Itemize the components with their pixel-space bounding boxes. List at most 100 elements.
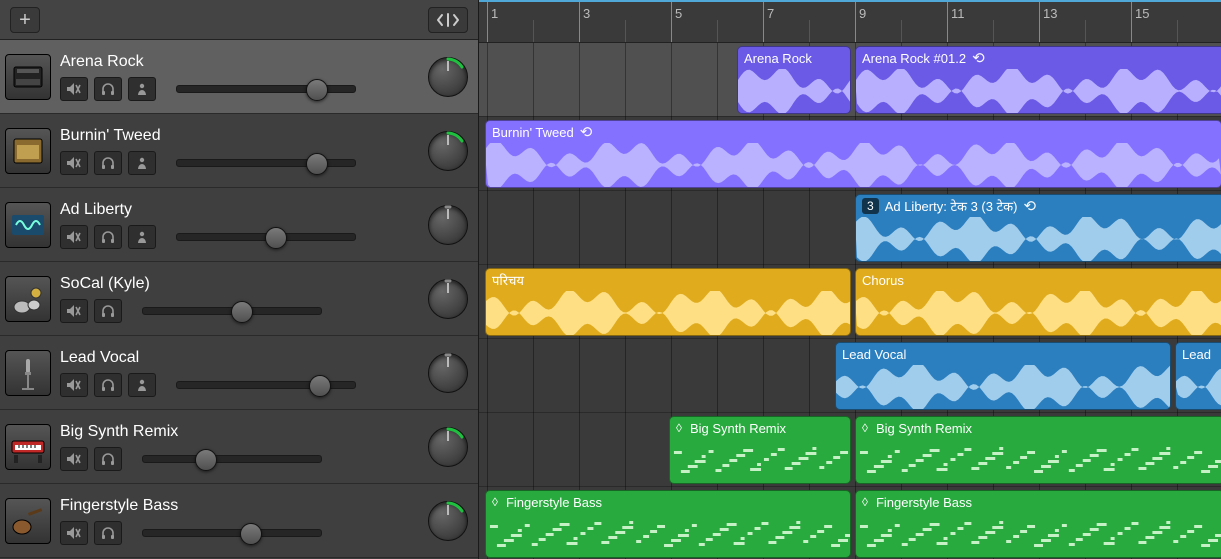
track-header[interactable]: Burnin' Tweed [0, 114, 478, 188]
mute-button[interactable] [60, 225, 88, 249]
input-icon [134, 230, 150, 244]
app-root: + Arena RockBurnin' TweedAd LibertySoCal… [0, 0, 1221, 559]
track-controls [60, 77, 410, 101]
pan-knob[interactable] [428, 501, 468, 541]
volume-slider[interactable] [176, 151, 356, 175]
track-header[interactable]: Fingerstyle Bass [0, 484, 478, 558]
region[interactable]: परिचय [485, 268, 851, 336]
headphones-icon [100, 378, 116, 392]
solo-button[interactable] [94, 77, 122, 101]
toolbar: + [0, 0, 478, 40]
track-instrument-icon[interactable] [0, 188, 56, 261]
solo-button[interactable] [94, 447, 122, 471]
region[interactable]: ◊Fingerstyle Bass [485, 490, 851, 558]
mute-button[interactable] [60, 373, 88, 397]
region[interactable]: Lead [1175, 342, 1221, 410]
solo-button[interactable] [94, 373, 122, 397]
mute-icon [66, 82, 82, 96]
solo-button[interactable] [94, 299, 122, 323]
region[interactable]: 3Ad Liberty: टेक 3 (3 टेक)⟲ [855, 194, 1221, 262]
region-label: ◊Big Synth Remix [670, 417, 850, 439]
track-instrument-icon[interactable] [0, 40, 56, 113]
mute-button[interactable] [60, 299, 88, 323]
pan-knob[interactable] [428, 205, 468, 245]
input-monitor-button[interactable] [128, 151, 156, 175]
region[interactable]: Lead Vocal [835, 342, 1171, 410]
track-controls [60, 299, 410, 323]
track-panel: + Arena RockBurnin' TweedAd LibertySoCal… [0, 0, 479, 559]
region[interactable]: Burnin' Tweed⟲ [485, 120, 1221, 188]
pan-knob[interactable] [428, 279, 468, 319]
pan-knob[interactable] [428, 131, 468, 171]
region[interactable]: Arena Rock [737, 46, 851, 114]
input-icon [134, 82, 150, 96]
region[interactable]: ◊Big Synth Remix [855, 416, 1221, 484]
input-monitor-button[interactable] [128, 77, 156, 101]
add-track-button[interactable]: + [10, 7, 40, 33]
volume-slider[interactable] [142, 299, 322, 323]
region-waveform [836, 365, 1170, 409]
loop-icon: ◊ [862, 421, 868, 435]
mute-icon [66, 156, 82, 170]
mute-icon [66, 378, 82, 392]
loop-icon: ⟲ [972, 49, 985, 67]
region-label: Chorus [856, 269, 1221, 291]
track-instrument-icon[interactable] [0, 484, 56, 557]
track-header[interactable]: Big Synth Remix [0, 410, 478, 484]
loop-icon: ⟲ [580, 123, 593, 141]
mute-icon [66, 526, 82, 540]
region-label: Arena Rock [738, 47, 850, 69]
mute-icon [66, 230, 82, 244]
track-body: SoCal (Kyle) [56, 262, 418, 335]
region-waveform [738, 69, 850, 113]
region-lanes[interactable]: Arena RockArena Rock #01.2⟲Burnin' Tweed… [479, 43, 1221, 559]
track-body: Lead Vocal [56, 336, 418, 409]
track-instrument-icon[interactable] [0, 410, 56, 483]
timeline-ruler[interactable]: 13579111315 [479, 2, 1221, 43]
loop-icon: ⟲ [1023, 197, 1036, 215]
region[interactable]: ◊Big Synth Remix [669, 416, 851, 484]
track-body: Burnin' Tweed [56, 114, 418, 187]
track-header[interactable]: Lead Vocal [0, 336, 478, 410]
track-instrument-icon[interactable] [0, 262, 56, 335]
region-waveform [856, 291, 1221, 335]
region-waveform [486, 143, 1221, 187]
pan-knob[interactable] [428, 353, 468, 393]
volume-slider[interactable] [176, 373, 356, 397]
region[interactable]: Arena Rock #01.2⟲ [855, 46, 1221, 114]
headphones-icon [100, 156, 116, 170]
volume-slider[interactable] [176, 225, 356, 249]
track-instrument-icon[interactable] [0, 114, 56, 187]
take-badge: 3 [862, 198, 879, 214]
mute-button[interactable] [60, 151, 88, 175]
tracks-list: Arena RockBurnin' TweedAd LibertySoCal (… [0, 40, 478, 559]
mute-button[interactable] [60, 447, 88, 471]
solo-button[interactable] [94, 225, 122, 249]
horizontal-auto-zoom-button[interactable] [428, 7, 468, 33]
solo-button[interactable] [94, 151, 122, 175]
track-header[interactable]: SoCal (Kyle) [0, 262, 478, 336]
volume-slider[interactable] [142, 521, 322, 545]
track-instrument-icon[interactable] [0, 336, 56, 409]
mute-button[interactable] [60, 521, 88, 545]
pan-knob[interactable] [428, 427, 468, 467]
solo-button[interactable] [94, 521, 122, 545]
mute-button[interactable] [60, 77, 88, 101]
region-label: परिचय [486, 269, 850, 291]
pan-knob[interactable] [428, 57, 468, 97]
track-header[interactable]: Arena Rock [0, 40, 478, 114]
input-monitor-button[interactable] [128, 373, 156, 397]
arrange-area: 13579111315 Arena RockArena Rock #01.2⟲B… [479, 0, 1221, 559]
region-midi-content [670, 439, 850, 483]
track-body: Ad Liberty [56, 188, 418, 261]
track-header[interactable]: Ad Liberty [0, 188, 478, 262]
track-body: Arena Rock [56, 40, 418, 113]
input-monitor-button[interactable] [128, 225, 156, 249]
pan-knob-wrap [418, 484, 478, 557]
region[interactable]: Chorus [855, 268, 1221, 336]
pan-knob-wrap [418, 336, 478, 409]
volume-slider[interactable] [142, 447, 322, 471]
volume-slider[interactable] [176, 77, 356, 101]
region-waveform [1176, 365, 1221, 409]
region[interactable]: ◊Fingerstyle Bass [855, 490, 1221, 558]
